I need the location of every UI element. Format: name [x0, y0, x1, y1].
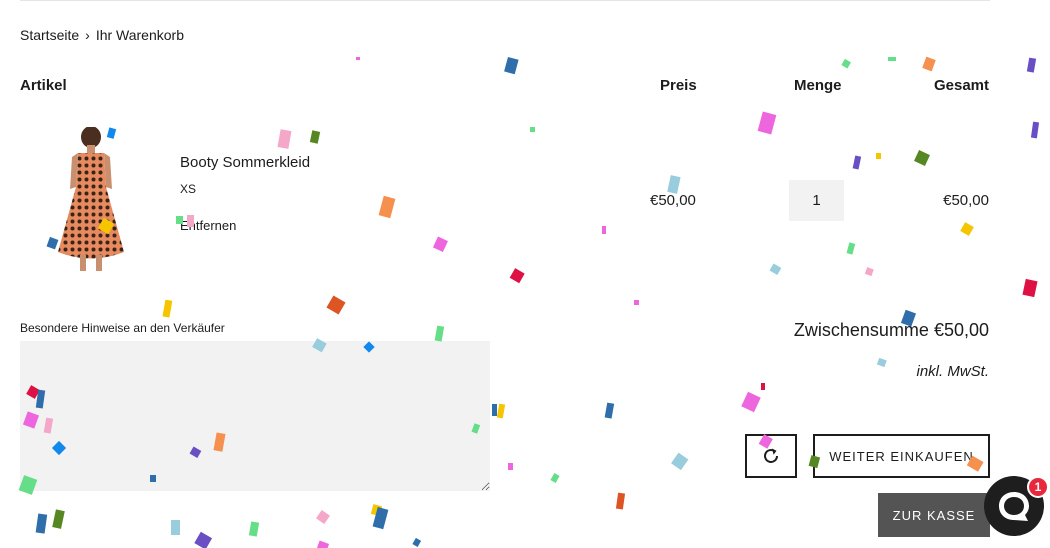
breadcrumb-home-link[interactable]: Startseite	[20, 27, 79, 43]
note-label: Besondere Hinweise an den Verkäufer	[20, 321, 225, 335]
column-header-quantity: Menge	[794, 77, 842, 94]
update-cart-button[interactable]	[745, 434, 797, 478]
subtotal-text: Zwischensumme €50,00	[793, 320, 989, 340]
quantity-input[interactable]	[789, 180, 844, 221]
product-image[interactable]	[48, 126, 134, 273]
top-divider	[20, 0, 990, 1]
refresh-icon	[764, 448, 778, 463]
tax-note: inkl. MwSt.	[916, 363, 989, 380]
breadcrumb-current: Ihr Warenkorb	[95, 27, 184, 43]
breadcrumb: Startseite › Ihr Warenkorb	[20, 27, 184, 43]
chat-unread-badge: 1	[1027, 476, 1049, 498]
checkout-button[interactable]: ZUR KASSE	[878, 493, 990, 537]
column-header-item: Artikel	[20, 77, 67, 94]
column-header-price: Preis	[660, 77, 697, 94]
continue-shopping-button[interactable]: WEITER EINKAUFEN	[813, 434, 990, 478]
product-title-link[interactable]: Booty Sommerkleid	[180, 154, 310, 171]
remove-item-link[interactable]: Entfernen	[180, 218, 236, 233]
seller-note-textarea[interactable]	[20, 341, 490, 491]
breadcrumb-separator: ›	[85, 27, 90, 43]
dress-product-image	[58, 126, 124, 271]
product-variant: XS	[180, 182, 197, 196]
line-total: €50,00	[943, 192, 989, 209]
chat-bubble-icon	[999, 492, 1029, 521]
column-header-total: Gesamt	[933, 77, 989, 94]
item-price: €50,00	[650, 192, 696, 209]
